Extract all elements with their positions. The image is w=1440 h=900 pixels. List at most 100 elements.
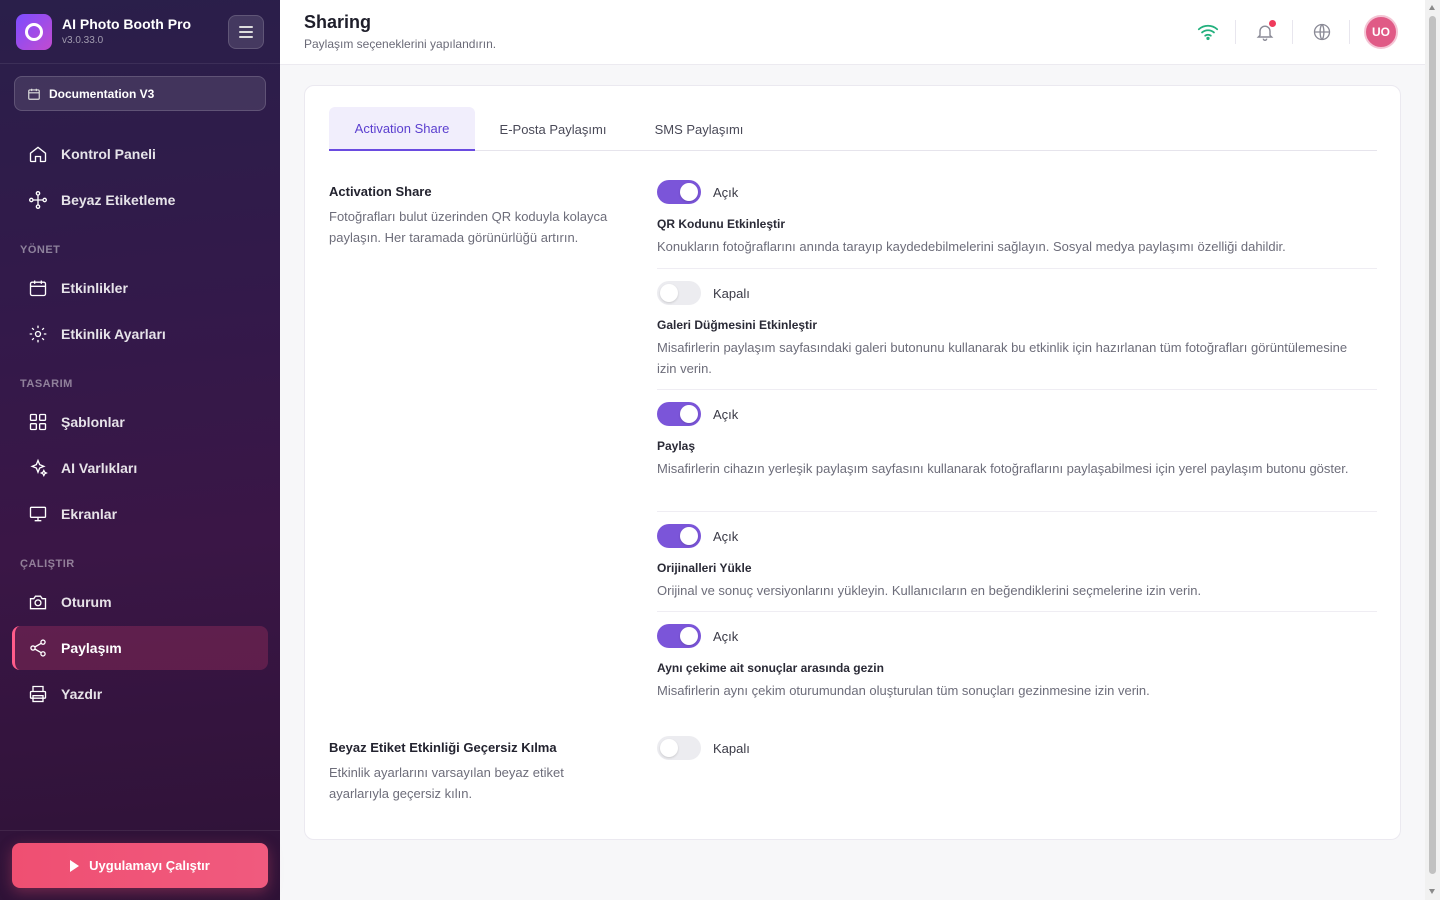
camera-icon [29,595,47,610]
section-title: Beyaz Etiket Etkinliği Geçersiz Kılma [329,740,557,755]
toggle-state-label: Açık [713,529,739,544]
option-divider [657,511,1377,512]
nav-item-templates[interactable]: Şablonlar [12,400,268,444]
nodes-icon [29,191,48,209]
toggle-state-label: Kapalı [713,286,750,301]
nav-label: Kontrol Paneli [61,146,156,162]
toggle-knob [680,405,698,423]
section-title: Activation Share [329,184,432,199]
nav-item-dashboard[interactable]: Kontrol Paneli [12,132,268,176]
toggle-state-label: Açık [713,629,739,644]
option-title: Galeri Düğmesini Etkinleştir [657,318,818,332]
option-description: Misafirlerin paylaşım sayfasındaki galer… [657,340,1348,376]
gear-icon [29,325,47,343]
option-title: Orijinalleri Yükle [657,561,752,575]
qr-code-toggle[interactable] [657,180,701,204]
sparkles-icon [30,458,48,477]
option-title: Paylaş [657,439,696,453]
sidebar-header: AI Photo Booth Pro v3.0.33.0 [0,0,280,64]
nav-label: Ekranlar [61,506,118,522]
nav-item-white-label[interactable]: Beyaz Etiketleme [12,178,268,222]
page-scrollbar[interactable] [1425,0,1440,900]
nav-item-events[interactable]: Etkinlikler [12,266,268,310]
calendar-icon [29,280,47,297]
nav-item-print[interactable]: Yazdır [12,672,268,716]
nav-item-ai-assets[interactable]: AI Varlıkları [12,446,268,490]
sidebar: AI Photo Booth Pro v3.0.33.0 Documentati… [0,0,280,900]
app-version: v3.0.33.0 [62,35,104,46]
nav-item-sharing[interactable]: Paylaşım [12,626,268,670]
run-app-label: Uygulamayı Çalıştır [89,858,210,873]
topbar: Sharing Paylaşım seçeneklerini yapılandı… [280,0,1425,65]
toggle-state-label: Kapalı [713,741,750,756]
printer-icon [29,685,47,703]
app-logo-icon [16,14,52,50]
sharing-card: Activation Share E-Posta Paylaşımı SMS P… [304,85,1401,840]
toggle-knob [660,284,678,302]
nav-label: Beyaz Etiketleme [61,192,176,208]
run-app-button[interactable]: Uygulamayı Çalıştır [12,843,268,888]
topbar-separator [1292,20,1293,44]
nav-label: Şablonlar [61,414,125,430]
nav-label: Paylaşım [61,640,122,656]
toggle-state-label: Açık [713,185,739,200]
option-divider [657,389,1377,390]
nav-label: Etkinlik Ayarları [61,326,166,342]
tab-sms-sharing[interactable]: SMS Paylaşımı [639,107,759,151]
white-label-override-toggle[interactable] [657,736,701,760]
toggle-knob [680,627,698,645]
user-avatar[interactable]: UO [1364,15,1398,49]
share-icon [30,639,46,657]
tab-email-sharing[interactable]: E-Posta Paylaşımı [485,107,621,151]
home-icon [29,146,47,163]
browse-results-toggle[interactable] [657,624,701,648]
tab-activation-share[interactable]: Activation Share [329,107,475,151]
native-share-toggle[interactable] [657,402,701,426]
scroll-thumb[interactable] [1429,16,1436,874]
toggle-knob [680,183,698,201]
option-description: Misafirlerin aynı çekim oturumundan oluş… [657,683,1150,698]
option-description: Orijinal ve sonuç versiyonlarını yükleyi… [657,583,1202,598]
option-divider [657,268,1377,269]
topbar-separator [1349,20,1350,44]
option-title: Aynı çekime ait sonuçlar arasında gezin [657,661,884,675]
bell-icon[interactable] [1253,20,1277,44]
nav-item-screens[interactable]: Ekranlar [12,492,268,536]
workspace-selector[interactable]: Documentation V3 [14,76,266,111]
tab-bar: Activation Share E-Posta Paylaşımı SMS P… [329,107,1377,151]
play-icon [70,859,80,872]
monitor-icon [29,506,47,522]
gallery-button-toggle[interactable] [657,281,701,305]
page-subtitle: Paylaşım seçeneklerini yapılandırın. [304,37,497,51]
scroll-up-icon[interactable] [1429,5,1435,10]
notification-dot [1269,20,1276,27]
menu-toggle-button[interactable] [228,15,264,49]
section-description: Fotoğrafları bulut üzerinden QR koduyla … [329,209,608,245]
toggle-knob [660,739,678,757]
app-name: AI Photo Booth Pro [62,16,192,32]
nav-label: Oturum [61,594,112,610]
calendar-icon [28,88,40,100]
topbar-separator [1235,20,1236,44]
section-label-run: ÇALIŞTIR [20,558,75,570]
toggle-state-label: Açık [713,407,739,422]
upload-originals-toggle[interactable] [657,524,701,548]
toggle-knob [680,527,698,545]
section-label-design: TASARIM [20,378,73,390]
page-title: Sharing [304,12,372,32]
option-description: Misafirlerin cihazın yerleşik paylaşım s… [657,461,1349,476]
option-divider [657,611,1377,612]
grid-icon [29,413,47,431]
scroll-down-icon[interactable] [1429,889,1435,894]
nav-item-session[interactable]: Oturum [12,580,268,624]
wifi-icon[interactable] [1196,20,1220,44]
nav-label: Yazdır [61,686,103,702]
nav-label: AI Varlıkları [61,460,138,476]
sidebar-divider [0,830,280,831]
workspace-label: Documentation V3 [49,86,155,101]
nav-label: Etkinlikler [61,280,128,296]
option-title: QR Kodunu Etkinleştir [657,217,786,231]
globe-icon[interactable] [1310,20,1334,44]
nav-item-event-settings[interactable]: Etkinlik Ayarları [12,312,268,356]
option-description: Konukların fotoğraflarını anında tarayıp… [657,239,1286,254]
